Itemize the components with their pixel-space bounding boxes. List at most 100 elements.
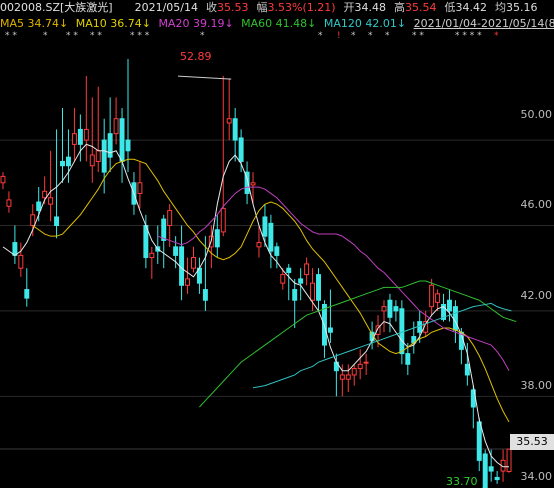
y-tick-label: 46.00 — [520, 198, 553, 211]
candle-body — [494, 476, 500, 481]
signal-mark: * — [494, 31, 499, 41]
signal-mark: * * * * — [455, 31, 482, 41]
quote-date: 2021/05/14 — [134, 1, 198, 14]
change-label: 幅 — [256, 1, 268, 14]
candle-body — [83, 128, 89, 141]
y-tick-label: 50.00 — [520, 108, 553, 121]
low-annotation: 33.70 — [446, 475, 478, 488]
candle-body — [202, 289, 208, 301]
candle-body — [452, 306, 458, 331]
candle-body — [101, 139, 107, 173]
candlestick-chart[interactable] — [0, 0, 554, 488]
ma-line-ma20 — [157, 186, 510, 371]
close-label: 收 — [206, 1, 217, 14]
candle-body — [30, 214, 36, 226]
date-range: 2021/01/04-2021/05/14(86日) — [413, 17, 554, 30]
ma60-legend: MA60 41.48↓ — [241, 17, 317, 30]
signal-mark: * * — [66, 31, 78, 41]
signal-mark: * — [368, 31, 373, 41]
ma5-legend: MA5 34.74↓ — [0, 17, 69, 30]
candle-body — [339, 374, 345, 380]
avg-label: 均 — [495, 1, 507, 14]
candle-body — [435, 293, 441, 303]
candle-body — [405, 353, 411, 365]
ma-legend-row: MA5 34.74↓ MA10 36.74↓ MA20 39.19↓ MA60 … — [0, 16, 554, 31]
candle-body — [280, 274, 286, 284]
candle-body — [482, 453, 488, 488]
candle-body — [310, 282, 316, 301]
candle-body — [262, 216, 268, 237]
candle-body — [24, 289, 30, 299]
signal-mark: ! — [337, 31, 341, 41]
candle-body — [226, 118, 232, 124]
candle-body — [60, 160, 65, 167]
candle-body — [214, 229, 220, 248]
open-value: 34.48 — [354, 1, 387, 14]
candle-body — [393, 306, 399, 312]
open-label: 开 — [343, 1, 355, 14]
signal-mark: * — [385, 31, 390, 41]
candle-body — [119, 118, 125, 162]
candle-body — [357, 363, 363, 370]
close-value: 35.53 — [217, 1, 249, 14]
candle-body — [363, 361, 369, 364]
candle-body — [65, 156, 71, 167]
candle-body — [89, 154, 95, 167]
low-label: 低 — [444, 1, 456, 14]
candle-body — [464, 363, 470, 376]
candle-body — [54, 216, 60, 226]
candle-body — [125, 139, 131, 152]
signal-mark: * — [351, 31, 356, 41]
candle-body — [429, 284, 435, 308]
candle-body — [268, 222, 274, 252]
candle-body — [107, 133, 113, 158]
high-value: 35.54 — [405, 1, 437, 14]
candle-body — [316, 274, 321, 301]
candle-body — [417, 321, 423, 333]
signal-marks-row: * * * * * * * * * * * *! * * * * * * * * * * — [0, 31, 554, 43]
candle-body — [488, 466, 494, 472]
ma-line-ma60 — [199, 280, 517, 408]
candle-body — [113, 118, 119, 135]
candle-body — [185, 278, 191, 286]
candle-body — [238, 137, 244, 162]
current-price-tag: 35.53 — [510, 434, 554, 450]
candle-body — [292, 289, 298, 301]
signal-mark: * * — [412, 31, 424, 41]
candle-body — [387, 299, 393, 318]
candle-body — [173, 246, 179, 256]
ma20-legend: MA20 39.19↓ — [158, 17, 234, 30]
candle-body — [327, 327, 333, 333]
candle-body — [399, 308, 405, 355]
high-annotation: 52.89 — [180, 50, 212, 63]
candle-body — [48, 197, 54, 205]
candle-body — [6, 199, 12, 207]
high-label: 高 — [394, 1, 406, 14]
candle-body — [220, 207, 226, 233]
candle-body — [351, 368, 357, 376]
quote-header: 002008.SZ[大族激光] 2021/05/14 收 35.53 幅 3.5… — [0, 0, 538, 16]
candle-body — [77, 128, 83, 145]
signal-mark: * — [318, 31, 323, 41]
candle-body — [12, 242, 18, 256]
candle-body — [18, 254, 24, 269]
candle-body — [161, 218, 167, 241]
candle-body — [506, 448, 512, 472]
candle-body — [447, 299, 452, 312]
signal-mark: * * — [5, 31, 17, 41]
signal-mark: * * * — [130, 31, 150, 41]
candle-body — [137, 182, 143, 194]
y-tick-label: 38.00 — [520, 379, 553, 392]
low-value: 34.42 — [455, 1, 488, 14]
candle-body — [149, 252, 155, 259]
candle-body — [298, 278, 304, 284]
candle-body — [36, 201, 42, 212]
candle-body — [250, 182, 256, 186]
candle-body — [0, 175, 6, 184]
change-value: 3.53%(1.21) — [267, 1, 336, 14]
candle-body — [191, 257, 196, 269]
candle-body — [71, 133, 77, 145]
candle-body — [167, 210, 173, 226]
candle-body — [42, 190, 48, 199]
signal-mark: * * — [90, 31, 102, 41]
